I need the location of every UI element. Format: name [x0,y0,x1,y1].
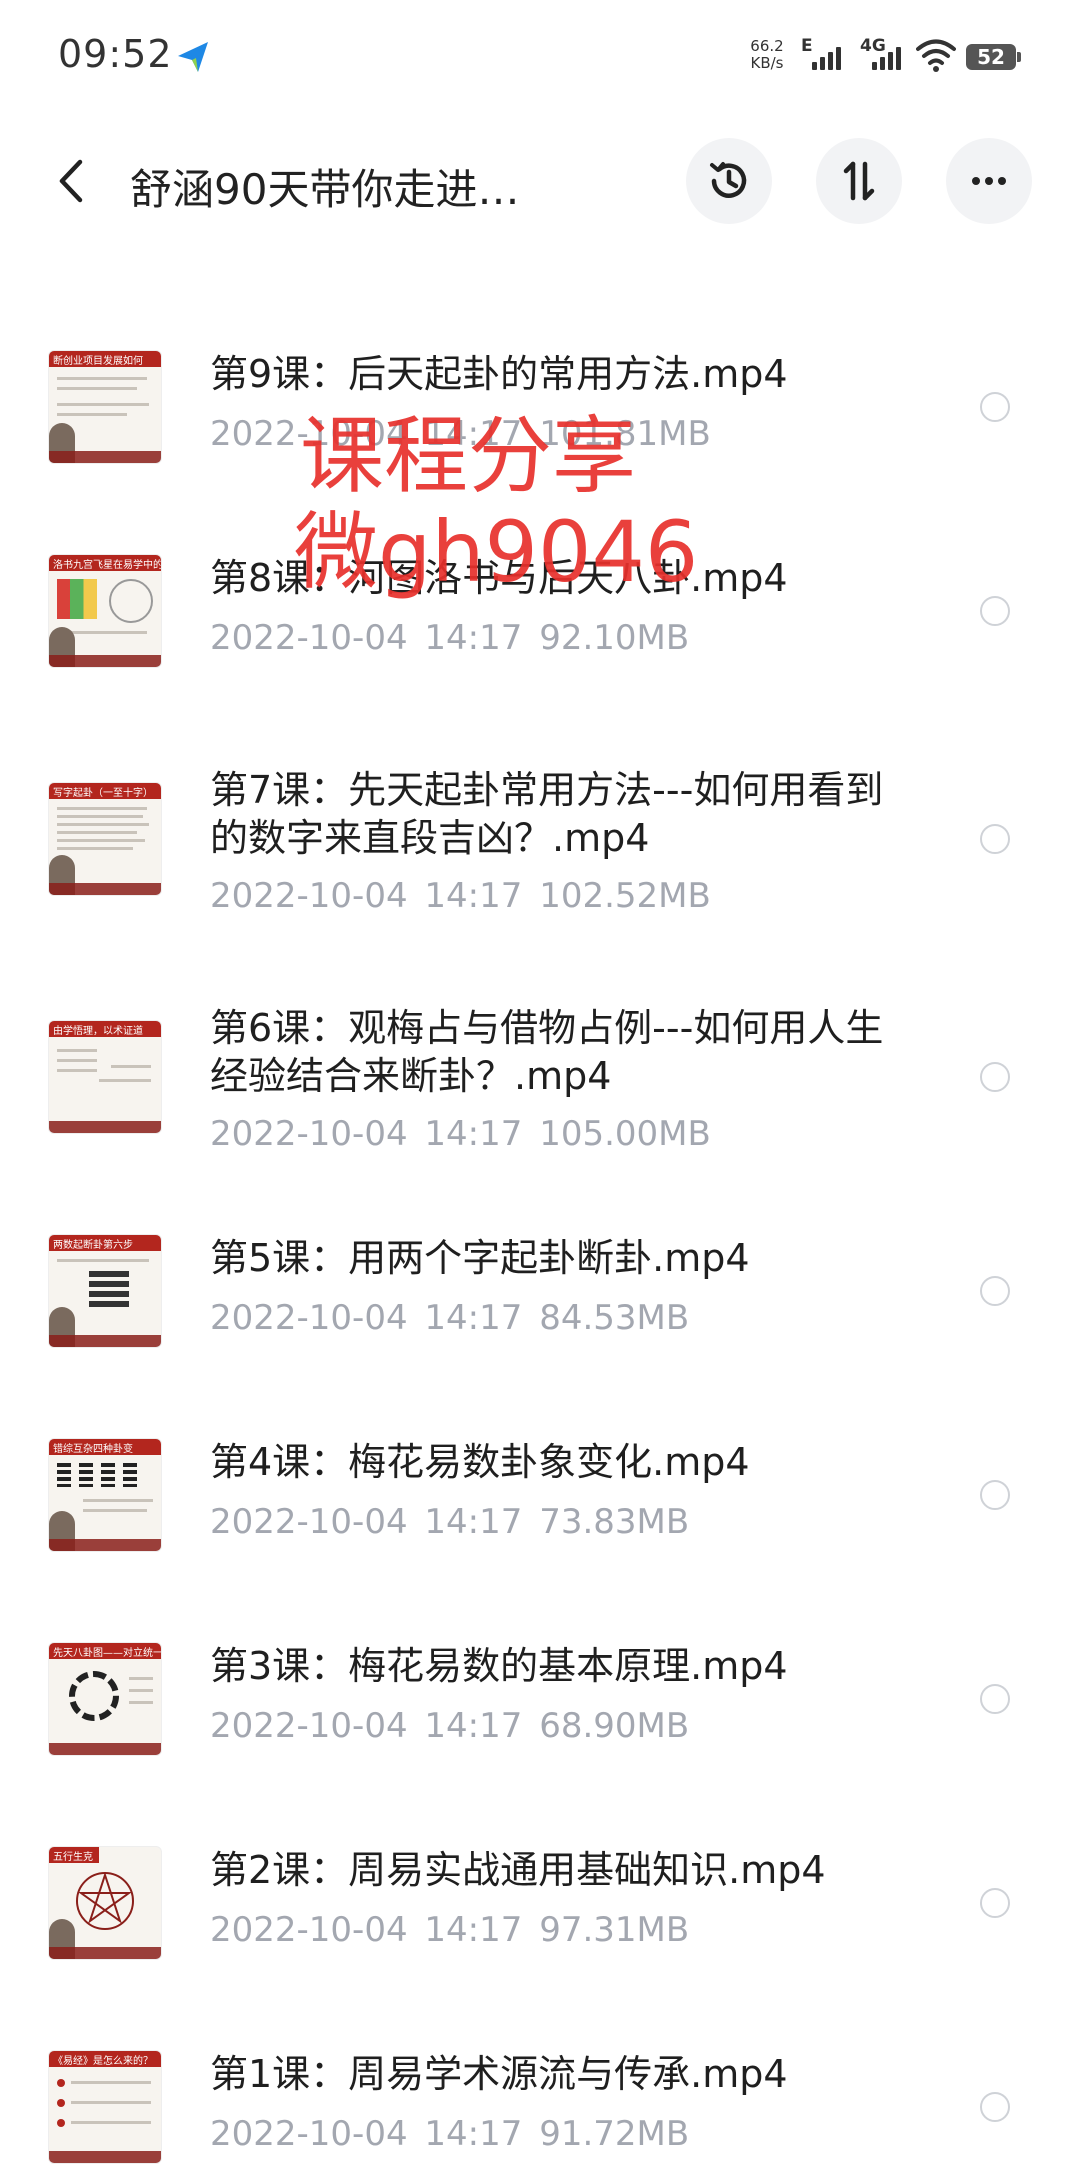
file-meta: 2022-10-04 14:17 92.10MB [210,618,690,658]
file-name: 第1课：周易学术源流与传承.mp4 [210,2052,788,2096]
select-checkbox[interactable] [980,1888,1010,1918]
file-meta: 2022-10-04 14:17 105.00MB [210,1114,711,1154]
status-bar: 09:52 66.2 KB/s E 4G 52 [0,0,1080,120]
video-thumbnail: 两数起断卦第六步 [48,1234,162,1348]
select-checkbox[interactable] [980,1062,1010,1092]
status-time: 09:52 [58,32,173,76]
file-meta: 2022-10-04 14:17 91.72MB [210,2114,690,2154]
battery-indicator: 52 [966,44,1016,70]
file-meta: 2022-10-04 14:17 102.52MB [210,876,711,916]
signal-bars-icon [812,42,848,70]
more-button[interactable] [946,138,1032,224]
watermark-overlay: 课程分享 微gh9046 [294,407,699,601]
history-button[interactable] [686,138,772,224]
video-thumbnail: 《易经》是怎么来的？ [48,2050,162,2164]
file-meta: 2022-10-04 14:17 68.90MB [210,1706,690,1746]
header: 舒涵90天带你走进… [0,120,1080,240]
wifi-icon [916,39,956,72]
back-arrow-icon[interactable] [50,156,90,206]
sort-button[interactable] [816,138,902,224]
select-checkbox[interactable] [980,824,1010,854]
file-name: 第6课：观梅占与借物占例---如何用人生经验结合来断卦？.mp4 [210,1006,884,1098]
video-thumbnail: 错综互杂四种卦变 [48,1438,162,1552]
select-checkbox[interactable] [980,2092,1010,2122]
signal-bars-icon [872,42,908,70]
network-type-e: E [801,36,813,56]
file-name: 第5课：用两个字起卦断卦.mp4 [210,1236,750,1280]
app-notification-icon [178,42,208,72]
history-icon [710,162,747,198]
file-name: 第3课：梅花易数的基本原理.mp4 [210,1644,788,1688]
more-icon [972,177,1006,185]
video-thumbnail: 五行生克 [48,1846,162,1960]
video-thumbnail: 断创业项目发展如何 [48,350,162,464]
video-thumbnail: 先天八卦图——对立统一 [48,1642,162,1756]
page-title: 舒涵90天带你走进… [130,165,520,214]
file-name: 第7课：先天起卦常用方法---如何用看到的数字来直段吉凶？.mp4 [210,768,884,860]
select-checkbox[interactable] [980,1480,1010,1510]
file-meta: 2022-10-04 14:17 97.31MB [210,1910,690,1950]
select-checkbox[interactable] [980,1684,1010,1714]
file-meta: 2022-10-04 14:17 84.53MB [210,1298,690,1338]
network-speed: 66.2 KB/s [750,37,784,72]
video-thumbnail: 洛书九宫飞星在易学中的 [48,554,162,668]
sort-icon [843,161,875,201]
select-checkbox[interactable] [980,596,1010,626]
select-checkbox[interactable] [980,392,1010,422]
video-thumbnail: 由学悟理，以术证道 [48,1020,162,1134]
video-thumbnail: 写字起卦（一至十字） [48,782,162,896]
battery-tip [1017,52,1021,62]
file-name: 第9课：后天起卦的常用方法.mp4 [210,352,788,396]
select-checkbox[interactable] [980,1276,1010,1306]
file-name: 第4课：梅花易数卦象变化.mp4 [210,1440,750,1484]
file-meta: 2022-10-04 14:17 73.83MB [210,1502,690,1542]
file-name: 第2课：周易实战通用基础知识.mp4 [210,1848,826,1892]
